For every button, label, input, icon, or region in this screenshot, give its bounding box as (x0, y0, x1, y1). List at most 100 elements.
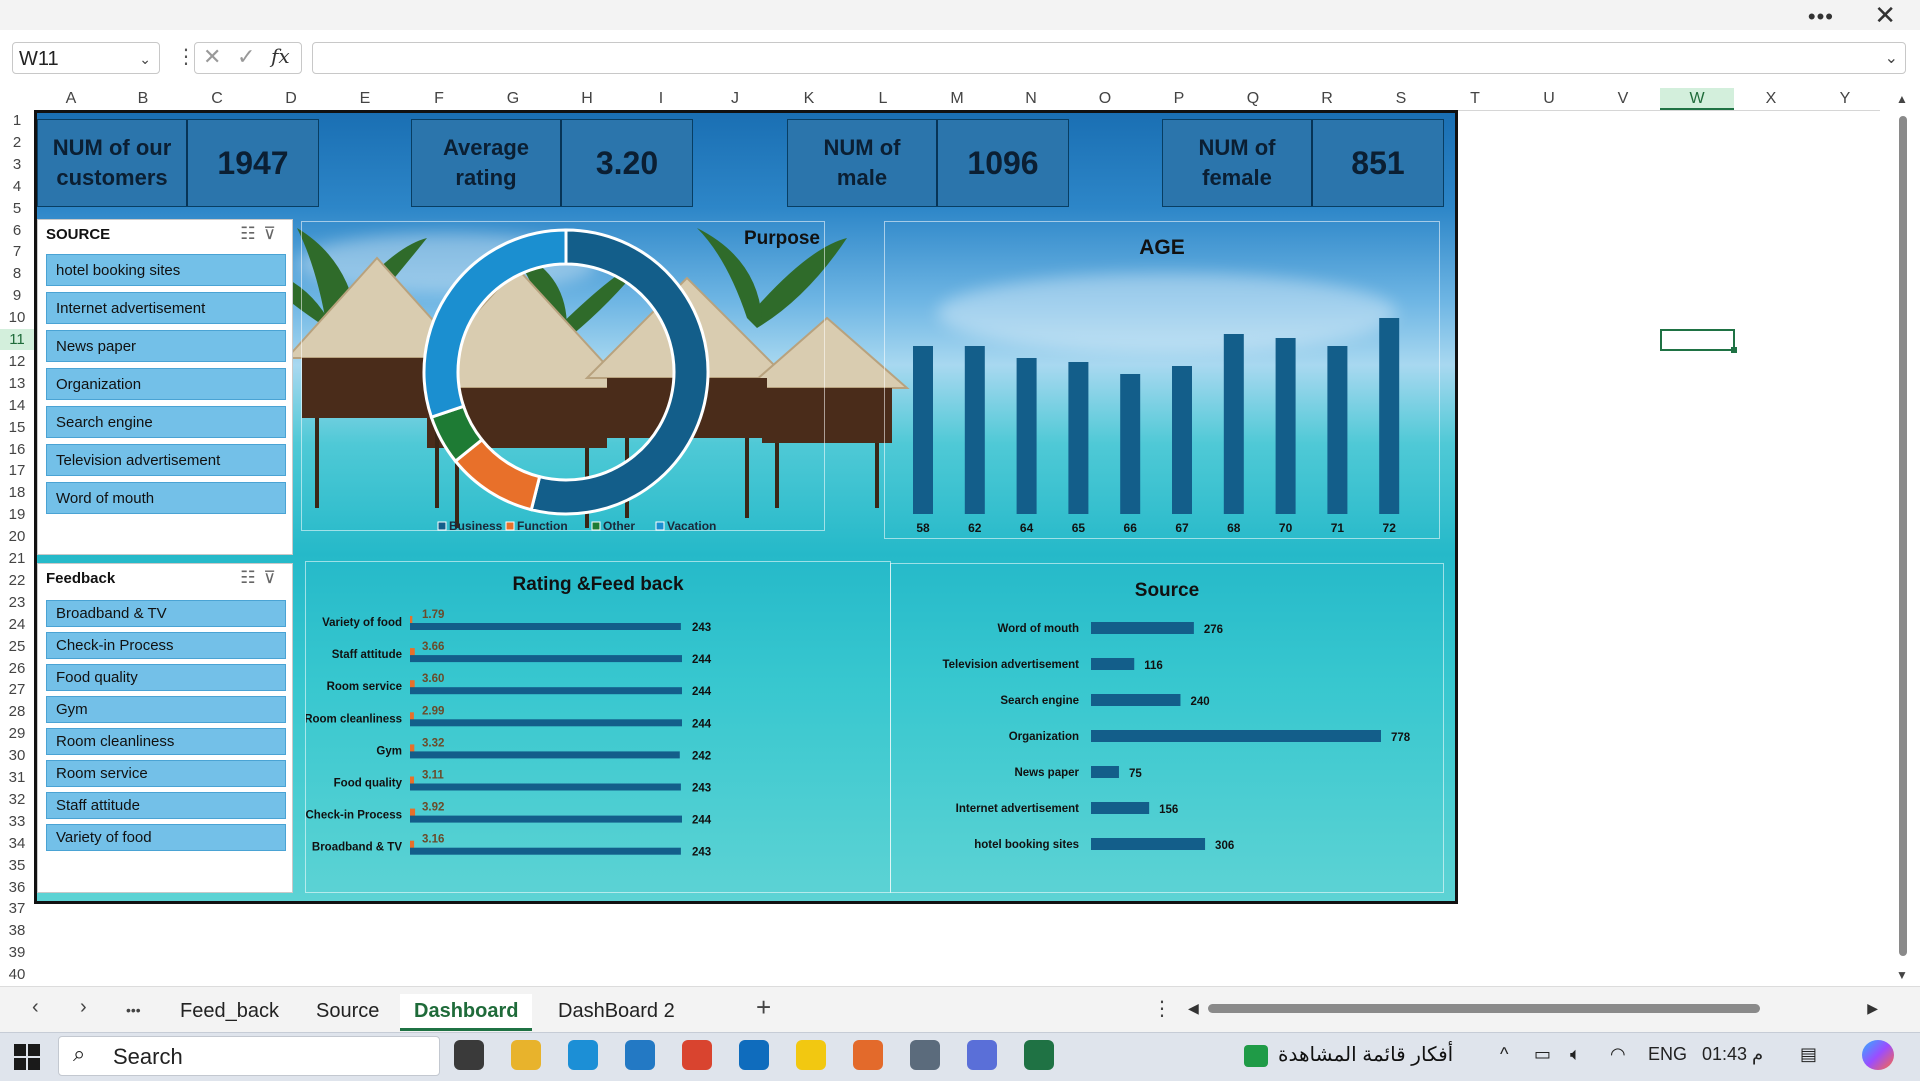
slicer-item[interactable]: Room cleanliness (46, 728, 286, 755)
column-header[interactable]: H (550, 88, 624, 110)
row-header[interactable]: 31 (0, 767, 34, 788)
rating-feedback-chart[interactable]: Rating &Feed back Variety of food 1.79 243… (305, 561, 891, 893)
column-header[interactable]: P (1142, 88, 1216, 110)
row-header[interactable]: 25 (0, 636, 34, 657)
source-bar[interactable] (1091, 802, 1150, 814)
column-header[interactable]: S (1364, 88, 1438, 110)
taskbar-search[interactable]: ⌕ Search (58, 1036, 440, 1076)
clear-filter-icon[interactable]: ⊽ (264, 224, 284, 243)
row-header[interactable]: 37 (0, 898, 34, 919)
age-bar[interactable] (1379, 318, 1400, 514)
age-bar[interactable] (1172, 366, 1192, 514)
column-header[interactable]: D (254, 88, 328, 110)
power-bi-icon[interactable] (796, 1040, 826, 1070)
column-header[interactable]: A (34, 88, 108, 110)
row-header[interactable]: 14 (0, 395, 34, 416)
slicer-item[interactable]: Room service (46, 760, 286, 787)
wifi-icon[interactable]: ◠ (1610, 1044, 1626, 1065)
slicer-item[interactable]: Search engine (46, 406, 286, 438)
task-view-icon[interactable] (454, 1040, 484, 1070)
row-header[interactable]: 20 (0, 526, 34, 547)
add-sheet-icon[interactable]: + (756, 992, 771, 1023)
row-header[interactable]: 16 (0, 439, 34, 460)
donut-slice[interactable] (529, 228, 710, 516)
row-header[interactable]: 1 (0, 110, 34, 131)
column-header[interactable]: G (476, 88, 550, 110)
column-header[interactable]: I (624, 88, 698, 110)
selected-cell[interactable] (1660, 329, 1737, 353)
scroll-left-icon[interactable]: ◀ (1188, 1000, 1199, 1017)
row-header[interactable]: 26 (0, 658, 34, 679)
slicer-item[interactable]: Broadband & TV (46, 600, 286, 627)
count-bar[interactable] (410, 751, 680, 759)
formula-input[interactable] (312, 42, 1906, 74)
vertical-scrollbar[interactable]: ▲ ▼ (1896, 92, 1910, 982)
clock[interactable]: 01:43 م (1702, 1044, 1763, 1065)
rating-bar[interactable] (410, 776, 415, 785)
age-bar[interactable] (1327, 346, 1348, 514)
purpose-chart[interactable]: Purpose Business Function Other Vacation (301, 221, 825, 532)
column-header[interactable]: J (698, 88, 772, 110)
slicer-item[interactable]: Check-in Process (46, 632, 286, 659)
edge-icon[interactable] (568, 1040, 598, 1070)
scroll-thumb[interactable] (1899, 116, 1907, 956)
count-bar[interactable] (410, 847, 681, 855)
source-bar[interactable] (1091, 658, 1135, 670)
expand-formula-icon[interactable]: ⌄ (1885, 48, 1898, 68)
copilot-icon[interactable] (1862, 1040, 1894, 1070)
row-header[interactable]: 10 (0, 307, 34, 328)
slicer-item[interactable]: Gym (46, 696, 286, 723)
source-slicer[interactable]: SOURCE ☷⊽ hotel booking sites Internet ad… (37, 219, 293, 555)
chrome-icon[interactable] (682, 1040, 712, 1070)
row-header[interactable]: 23 (0, 592, 34, 613)
scroll-down-icon[interactable]: ▼ (1896, 968, 1908, 982)
slicer-item[interactable]: Food quality (46, 664, 286, 691)
settings-icon[interactable] (910, 1040, 940, 1070)
notifications-icon[interactable]: ▤ (1800, 1044, 1817, 1065)
age-bar[interactable] (1275, 338, 1296, 514)
source-chart[interactable]: Source Word of mouth 276 Television advert… (890, 563, 1444, 893)
slicer-item[interactable]: Word of mouth (46, 482, 286, 514)
slicer-item[interactable]: Internet advertisement (46, 292, 286, 324)
slicer-item[interactable]: Television advertisement (46, 444, 286, 476)
slicer-item[interactable]: Variety of food (46, 824, 286, 851)
count-bar[interactable] (410, 655, 682, 663)
slicer-item[interactable]: Staff attitude (46, 792, 286, 819)
chevron-down-icon[interactable]: ⌄ (139, 43, 151, 75)
rating-bar[interactable] (410, 808, 416, 817)
row-header[interactable]: 32 (0, 789, 34, 810)
snipping-tool-icon[interactable] (967, 1040, 997, 1070)
source-bar[interactable] (1091, 838, 1206, 850)
column-header[interactable]: L (846, 88, 920, 110)
row-header[interactable]: 28 (0, 701, 34, 722)
column-header[interactable]: E (328, 88, 402, 110)
row-header[interactable]: 5 (0, 198, 34, 219)
row-header[interactable]: 39 (0, 942, 34, 963)
row-header[interactable]: 9 (0, 285, 34, 306)
row-header[interactable]: 21 (0, 548, 34, 569)
row-header[interactable]: 29 (0, 723, 34, 744)
row-header[interactable]: 40 (0, 964, 34, 985)
slicer-item[interactable]: Organization (46, 368, 286, 400)
file-explorer-icon[interactable] (511, 1040, 541, 1070)
row-header[interactable]: 2 (0, 132, 34, 153)
column-header[interactable]: N (994, 88, 1068, 110)
column-header[interactable]: M (920, 88, 994, 110)
row-header[interactable]: 3 (0, 154, 34, 175)
column-header[interactable]: T (1438, 88, 1512, 110)
age-bar[interactable] (964, 346, 985, 514)
column-header[interactable]: V (1586, 88, 1660, 110)
row-header[interactable]: 8 (0, 263, 34, 284)
name-box[interactable]: W11 ⌄ (12, 42, 160, 74)
count-bar[interactable] (410, 783, 681, 791)
close-icon[interactable]: ✕ (1874, 0, 1896, 31)
row-header[interactable]: 15 (0, 417, 34, 438)
prev-sheet-icon[interactable]: ‹ (32, 996, 39, 1019)
column-header[interactable]: Q (1216, 88, 1290, 110)
age-chart[interactable]: AGE 58 62 64 65 66 67 68 70 71 72 (884, 221, 1440, 539)
outlook-icon[interactable] (739, 1040, 769, 1070)
count-bar[interactable] (410, 687, 682, 695)
more-sheets-icon[interactable]: ••• (126, 1002, 141, 1018)
count-bar[interactable] (410, 815, 682, 823)
feedback-slicer[interactable]: Feedback ☷⊽ Broadband & TV Check-in Proce… (37, 563, 293, 893)
